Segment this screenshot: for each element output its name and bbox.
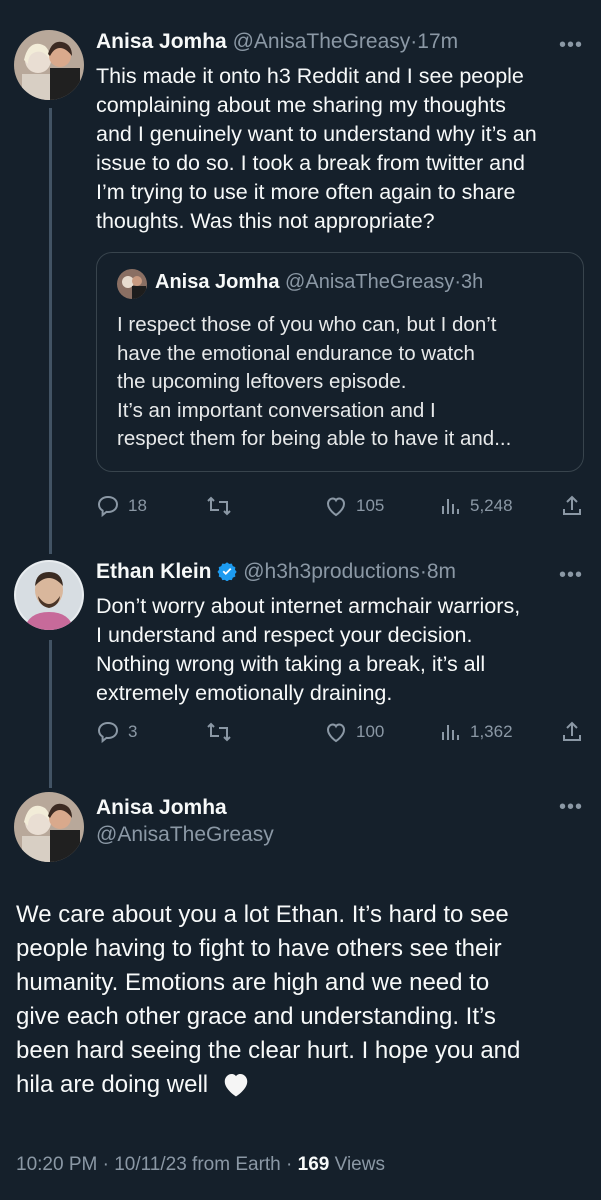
text-line: been hard seeing the clear hurt. I hope … bbox=[16, 1037, 521, 1064]
text-line: I’m trying to use it more often again to… bbox=[96, 180, 516, 204]
views-count: 1,362 bbox=[470, 722, 513, 741]
like-button[interactable]: 105 bbox=[324, 494, 384, 518]
main-tweet-text: We care about you a lot Ethan. It’s hard… bbox=[16, 898, 591, 1102]
text-line: I respect those of you who can, but I do… bbox=[117, 313, 497, 336]
text-line: It’s an important conversation and I bbox=[117, 398, 436, 422]
text-line: Nothing wrong with taking a break, it’s … bbox=[96, 652, 486, 676]
author-handle[interactable]: @AnisaTheGreasy bbox=[96, 823, 274, 847]
retweet-button[interactable] bbox=[206, 720, 240, 744]
post-date[interactable]: 10/11/23 from Earth bbox=[114, 1154, 281, 1175]
more-options-icon[interactable]: ••• bbox=[559, 34, 583, 57]
share-icon bbox=[563, 721, 581, 741]
text-line: give each other grace and understanding.… bbox=[16, 1003, 496, 1030]
views-button[interactable]: 5,248 bbox=[440, 494, 513, 518]
more-options-icon[interactable]: ••• bbox=[559, 796, 583, 819]
text-line: Don’t worry about internet armchair warr… bbox=[96, 594, 521, 618]
author-handle[interactable]: @AnisaTheGreasy bbox=[233, 30, 411, 53]
text-line: complaining about me sharing my thoughts bbox=[96, 93, 506, 117]
tweet-text: Don’t worry about internet armchair warr… bbox=[96, 592, 586, 708]
text-line: the upcoming leftovers episode. bbox=[117, 370, 407, 393]
avatar[interactable] bbox=[14, 560, 84, 630]
views-count: 5,248 bbox=[470, 496, 513, 515]
views-icon bbox=[442, 499, 459, 514]
text-line: hila are doing well bbox=[16, 1071, 209, 1098]
separator-dot: · bbox=[454, 271, 461, 293]
like-button[interactable]: 100 bbox=[324, 720, 384, 744]
text-line: respect them for being able to have it a… bbox=[117, 427, 512, 450]
reply-button[interactable]: 3 bbox=[96, 720, 137, 744]
reply-count: 3 bbox=[128, 722, 138, 741]
author-name[interactable]: Ethan Klein bbox=[96, 560, 212, 583]
text-line: issue to do so. I took a break from twit… bbox=[96, 151, 526, 175]
text-line: people having to fight to have others se… bbox=[16, 935, 502, 962]
text-line: This made it onto h3 Reddit and I see pe… bbox=[96, 64, 524, 88]
retweet-button[interactable] bbox=[206, 494, 240, 518]
retweet-icon bbox=[207, 496, 231, 516]
retweet-icon bbox=[207, 722, 231, 742]
views-button[interactable]: 1,362 bbox=[440, 720, 513, 744]
separator-dot: · bbox=[102, 1154, 109, 1175]
reply-count: 18 bbox=[128, 496, 147, 515]
text-line: extremely emotionally draining. bbox=[96, 681, 393, 705]
views-icon bbox=[442, 725, 459, 740]
tweet-ethan[interactable]: Ethan Klein @h3h3productions·8m ••• Don’… bbox=[0, 560, 601, 760]
reply-icon bbox=[97, 495, 119, 518]
text-line: We care about you a lot Ethan. It’s hard… bbox=[16, 901, 509, 928]
main-tweet: Anisa Jomha @AnisaTheGreasy ••• We care … bbox=[0, 792, 601, 1192]
views-count: 169 bbox=[297, 1154, 330, 1175]
action-bar: 18 105 5,248 bbox=[96, 494, 591, 524]
text-line: and I genuinely want to understand why i… bbox=[96, 122, 537, 146]
heart-icon bbox=[326, 723, 346, 743]
tweet-meta: 10:20 PM · 10/11/23 from Earth · 169 Vie… bbox=[16, 1154, 385, 1176]
avatar[interactable] bbox=[14, 30, 84, 100]
verified-badge-icon bbox=[217, 562, 238, 582]
quote-author-handle: @AnisaTheGreasy bbox=[285, 271, 455, 293]
text-line: humanity. Emotions are high and we need … bbox=[16, 969, 490, 996]
like-count: 105 bbox=[356, 496, 385, 515]
share-icon bbox=[563, 495, 581, 515]
more-options-icon[interactable]: ••• bbox=[559, 564, 583, 587]
reply-button[interactable]: 18 bbox=[96, 494, 147, 518]
text-line: have the emotional endurance to watch bbox=[117, 341, 475, 365]
action-bar: 3 100 1,362 bbox=[96, 720, 591, 750]
quote-text: I respect those of you who can, but I do… bbox=[117, 311, 572, 454]
white-heart-icon bbox=[224, 1074, 248, 1097]
post-time[interactable]: 10:20 PM bbox=[16, 1154, 97, 1175]
separator-dot: · bbox=[286, 1154, 293, 1175]
timestamp[interactable]: 8m bbox=[427, 560, 456, 583]
author-name[interactable]: Anisa Jomha bbox=[96, 796, 274, 820]
like-count: 100 bbox=[356, 722, 385, 741]
share-button[interactable] bbox=[560, 494, 592, 518]
avatar[interactable] bbox=[14, 792, 84, 862]
heart-icon bbox=[326, 497, 346, 517]
tweet-anisa-1[interactable]: Anisa Jomha @AnisaTheGreasy·17m ••• This… bbox=[0, 30, 601, 530]
quoted-tweet[interactable]: Anisa Jomha @AnisaTheGreasy·3h I respect… bbox=[96, 252, 584, 472]
author-name[interactable]: Anisa Jomha bbox=[96, 30, 227, 53]
reply-icon bbox=[97, 721, 119, 744]
tweet-text: This made it onto h3 Reddit and I see pe… bbox=[96, 62, 586, 236]
quote-avatar bbox=[117, 269, 147, 299]
text-line: I understand and respect your decision. bbox=[96, 623, 473, 647]
views-label: Views bbox=[334, 1154, 385, 1175]
author-handle[interactable]: @h3h3productions bbox=[243, 560, 420, 583]
quote-author-name: Anisa Jomha bbox=[155, 271, 280, 293]
quote-timestamp: 3h bbox=[460, 271, 484, 293]
timestamp[interactable]: 17m bbox=[417, 30, 458, 53]
separator-dot: · bbox=[419, 560, 427, 583]
share-button[interactable] bbox=[560, 720, 592, 744]
text-line: thoughts. Was this not appropriate? bbox=[96, 209, 435, 233]
